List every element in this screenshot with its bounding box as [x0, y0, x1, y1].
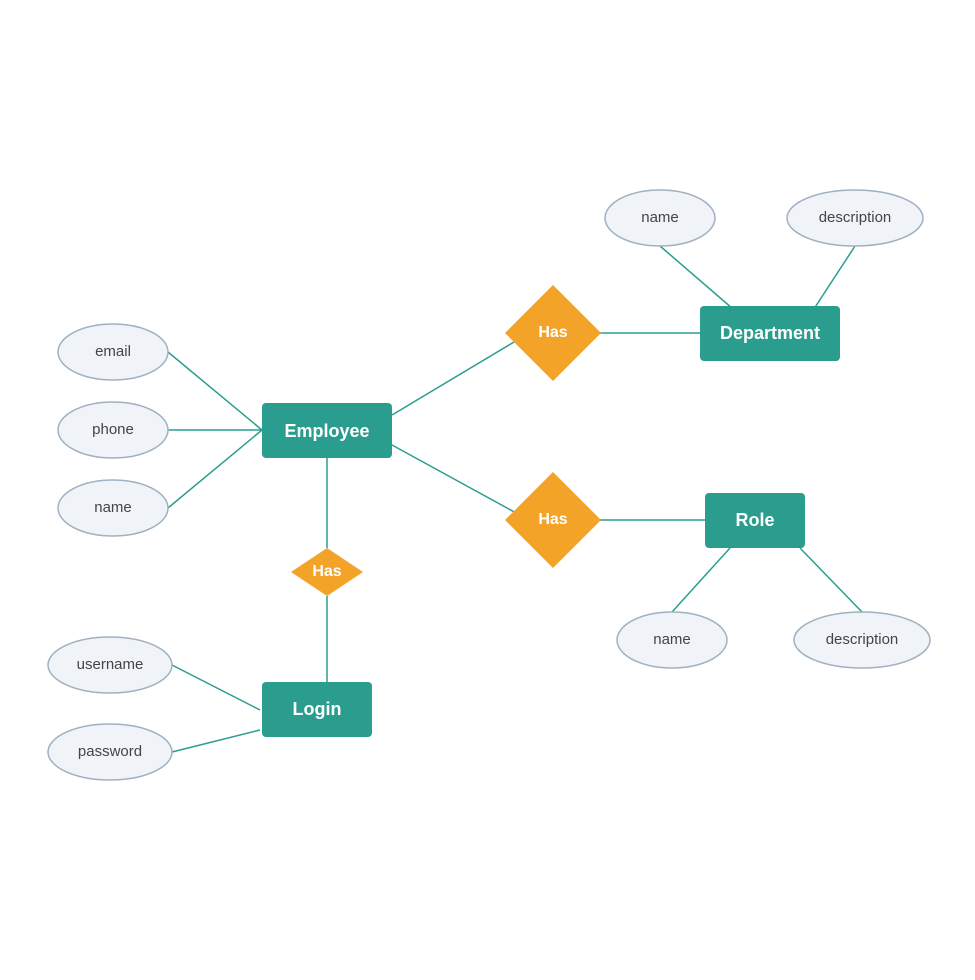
attr-role-name-label: name: [653, 631, 691, 648]
attr-email-label: email: [95, 343, 131, 360]
attr-emp-name-label: name: [94, 499, 132, 516]
attr-phone-label: phone: [92, 421, 134, 438]
entity-role-label: Role: [735, 510, 774, 530]
attr-dept-desc-label: description: [819, 209, 892, 226]
attr-username-label: username: [77, 656, 144, 673]
conn-emp-hasdept: [392, 333, 529, 415]
conn-login-username: [172, 665, 260, 710]
conn-emp-email: [168, 352, 262, 430]
entity-login-label: Login: [293, 699, 342, 719]
conn-login-password: [172, 730, 260, 752]
conn-role-desc: [800, 548, 862, 612]
relation-has-dept-label: Has: [538, 324, 567, 341]
relation-has-login-label: Has: [312, 563, 341, 580]
entity-department-label: Department: [720, 323, 820, 343]
attr-role-desc-label: description: [826, 631, 899, 648]
attr-dept-name-label: name: [641, 209, 679, 226]
conn-dept-name: [660, 246, 740, 315]
entity-employee-label: Employee: [284, 421, 369, 441]
attr-password-label: password: [78, 743, 142, 760]
conn-emp-hasrole: [392, 445, 529, 520]
conn-dept-desc: [810, 246, 855, 315]
relation-has-role-label: Has: [538, 511, 567, 528]
conn-role-name: [672, 548, 730, 612]
conn-emp-name: [168, 430, 262, 508]
er-diagram: email phone name name description name d…: [0, 0, 975, 975]
